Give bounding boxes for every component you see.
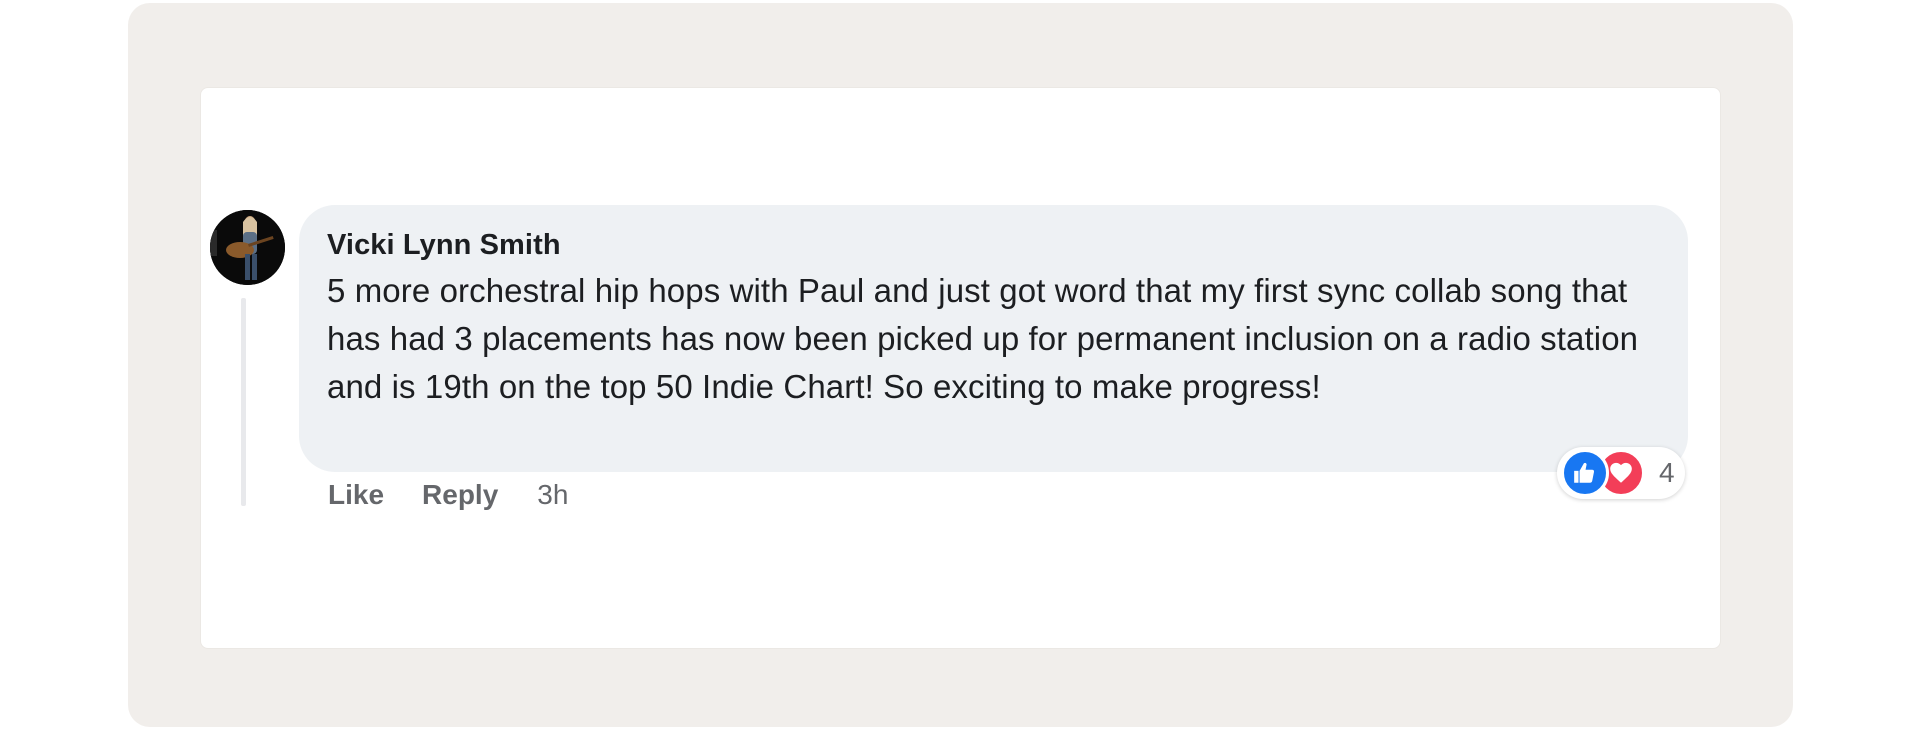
thread-line bbox=[241, 298, 246, 506]
comment-actions: Like Reply 3h bbox=[328, 475, 568, 515]
reactions-summary[interactable]: 4 bbox=[1557, 447, 1685, 499]
avatar-photo bbox=[210, 210, 285, 285]
comment-bubble: Vicki Lynn Smith 5 more orchestral hip h… bbox=[299, 205, 1688, 472]
comment-timestamp[interactable]: 3h bbox=[537, 479, 568, 511]
thumbs-up-icon bbox=[1561, 449, 1609, 497]
reaction-count: 4 bbox=[1659, 457, 1675, 488]
like-button[interactable]: Like bbox=[328, 479, 384, 511]
comment-author[interactable]: Vicki Lynn Smith bbox=[327, 227, 1658, 263]
comment-text: 5 more orchestral hip hops with Paul and… bbox=[327, 272, 1639, 405]
reply-button[interactable]: Reply bbox=[422, 479, 498, 511]
avatar[interactable] bbox=[210, 210, 285, 285]
